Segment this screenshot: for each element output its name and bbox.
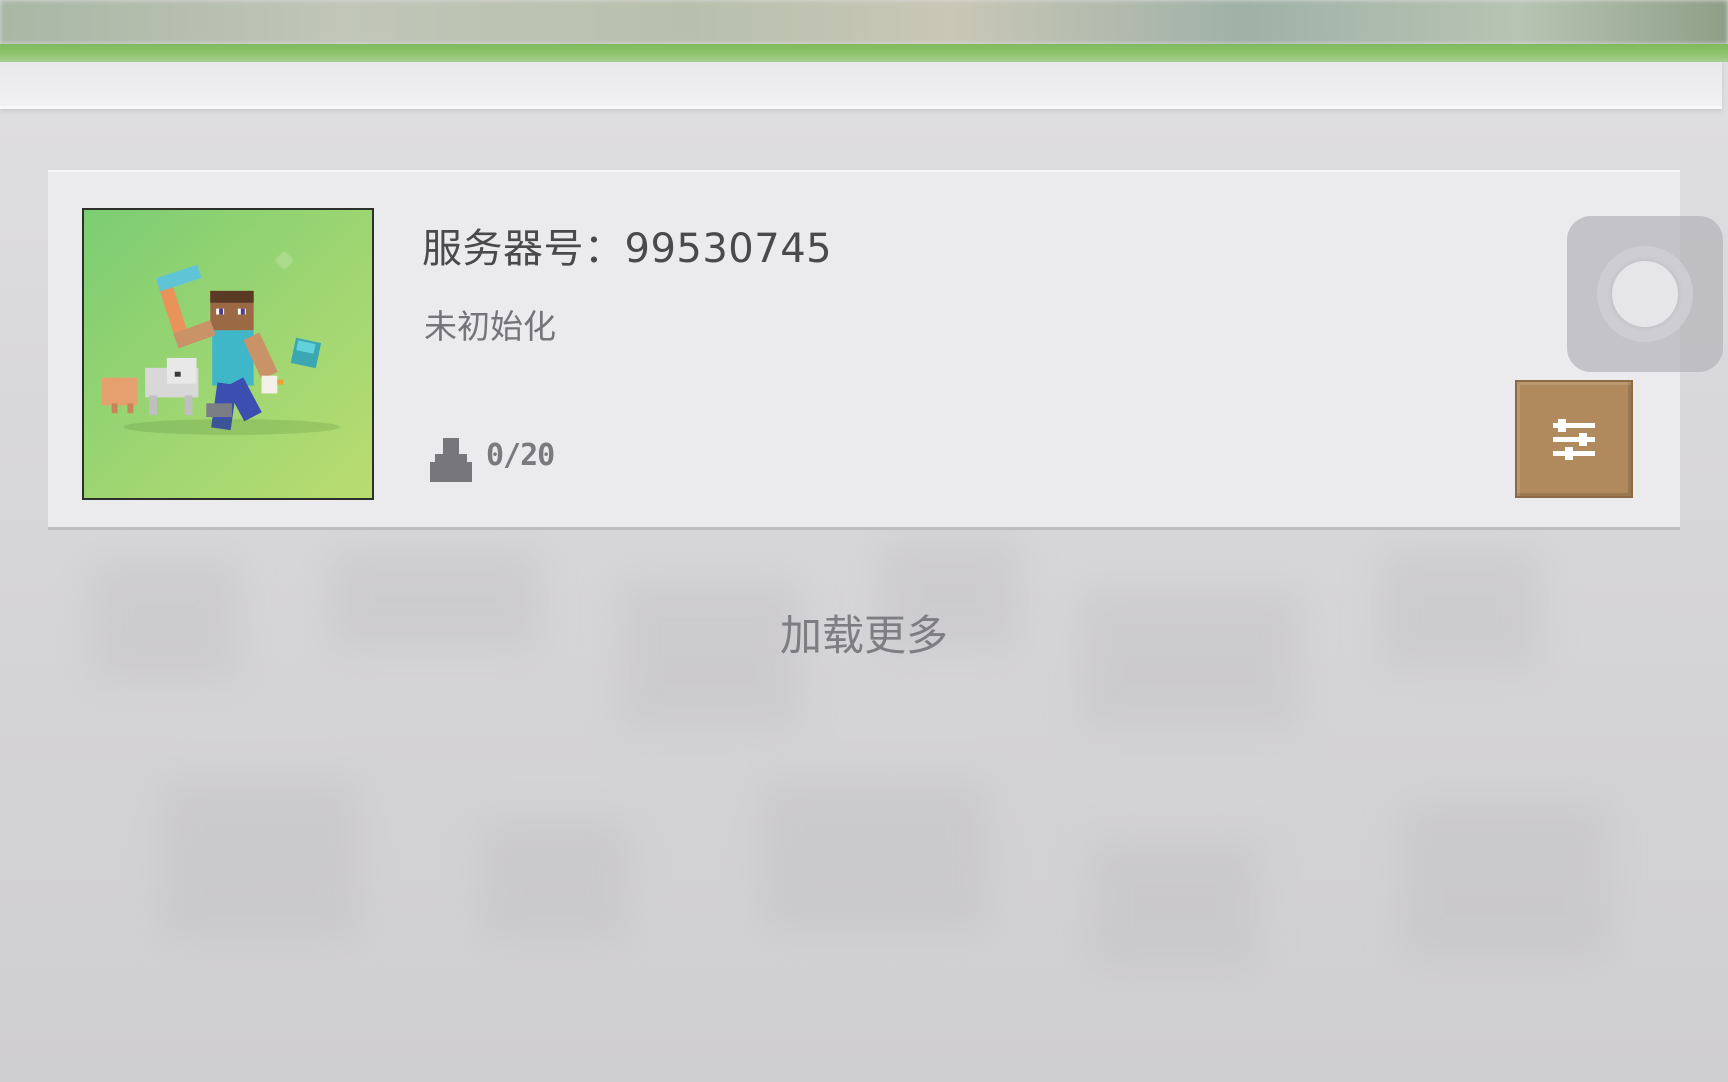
assistive-touch-button[interactable] xyxy=(1567,216,1723,372)
header-green-bar xyxy=(0,44,1728,62)
server-card[interactable]: 服务器号：99530745 未初始化 0/20 xyxy=(48,170,1680,530)
player-icon xyxy=(430,438,472,482)
assistive-touch-dot xyxy=(1612,261,1678,327)
server-id-title: 服务器号：99530745 xyxy=(422,226,833,272)
server-list-screen: 服务器号：99530745 未初始化 0/20 加载更多 xyxy=(0,0,1728,1082)
top-backdrop-strip xyxy=(0,0,1728,44)
server-thumbnail xyxy=(82,208,374,500)
load-more-button[interactable]: 加载更多 xyxy=(0,602,1728,663)
toolbar-strip xyxy=(0,62,1722,109)
minecraft-steve-thumbnail-icon xyxy=(101,250,341,435)
server-status-text: 未初始化 xyxy=(424,307,556,346)
sliders-icon xyxy=(1553,419,1595,460)
server-settings-button[interactable] xyxy=(1515,380,1633,498)
assistive-touch-icon xyxy=(1597,246,1693,342)
player-count: 0/20 xyxy=(486,438,555,473)
